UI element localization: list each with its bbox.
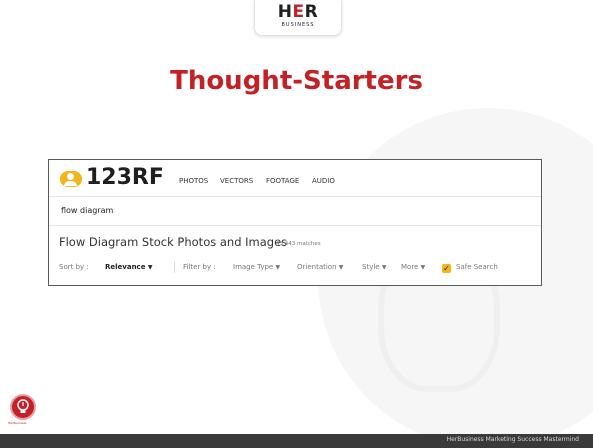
logo-business-text: BUSINESS	[281, 22, 315, 28]
nav-photos[interactable]: PHOTOS	[179, 177, 208, 185]
sort-dropdown[interactable]: Relevance ▼	[105, 263, 153, 271]
safe-search-checkbox[interactable]: ✓	[442, 264, 451, 273]
filter-more[interactable]: More ▼	[401, 263, 425, 271]
123rf-logo-icon	[60, 171, 82, 187]
search-bar[interactable]: flow diagram	[49, 197, 541, 226]
filter-image-type[interactable]: Image Type ▼	[233, 263, 280, 271]
nav-footage[interactable]: FOOTAGE	[266, 177, 299, 185]
results-count: 45,443 matches	[276, 241, 321, 247]
filter-style[interactable]: Style ▼	[362, 263, 386, 271]
bulb-caption: HerBusiness	[8, 421, 27, 425]
sort-value: Relevance	[105, 263, 146, 271]
slide: HER BUSINESS Thought-Starters 123RF ® PH…	[0, 0, 593, 448]
caret-down-icon: ▼	[147, 264, 153, 271]
caret-down-icon: ▼	[381, 264, 387, 271]
nav-audio[interactable]: AUDIO	[312, 177, 335, 185]
checkmark-icon: ✓	[443, 264, 450, 273]
footer-text: HerBusiness Marketing Success Mastermind	[446, 436, 579, 443]
caret-down-icon: ▼	[275, 264, 281, 271]
logo-letter-e: E	[292, 2, 305, 22]
logo-letter-h: H	[277, 2, 293, 22]
search-input[interactable]: flow diagram	[61, 206, 113, 215]
caret-down-icon: ▼	[420, 264, 426, 271]
website-screenshot: 123RF ® PHOTOS VECTORS FOOTAGE AUDIO flo…	[48, 159, 542, 286]
filter-label: Filter by :	[183, 263, 216, 271]
safe-search-label: Safe Search	[456, 263, 498, 271]
registered-mark: ®	[152, 169, 157, 175]
nav-vectors[interactable]: VECTORS	[220, 177, 253, 185]
caret-down-icon: ▼	[338, 264, 344, 271]
divider	[174, 261, 175, 273]
footer-bar: HerBusiness Marketing Success Mastermind	[0, 434, 593, 448]
lightbulb-icon	[10, 394, 36, 420]
site-header: 123RF ® PHOTOS VECTORS FOOTAGE AUDIO	[49, 160, 541, 197]
herbusiness-logo: HER BUSINESS	[254, 0, 342, 36]
results-title: Flow Diagram Stock Photos and Images	[59, 235, 288, 249]
logo-letter-r: R	[304, 2, 319, 22]
filter-orientation[interactable]: Orientation ▼	[297, 263, 343, 271]
sort-label: Sort by :	[59, 263, 89, 271]
slide-title: Thought-Starters	[170, 66, 423, 96]
